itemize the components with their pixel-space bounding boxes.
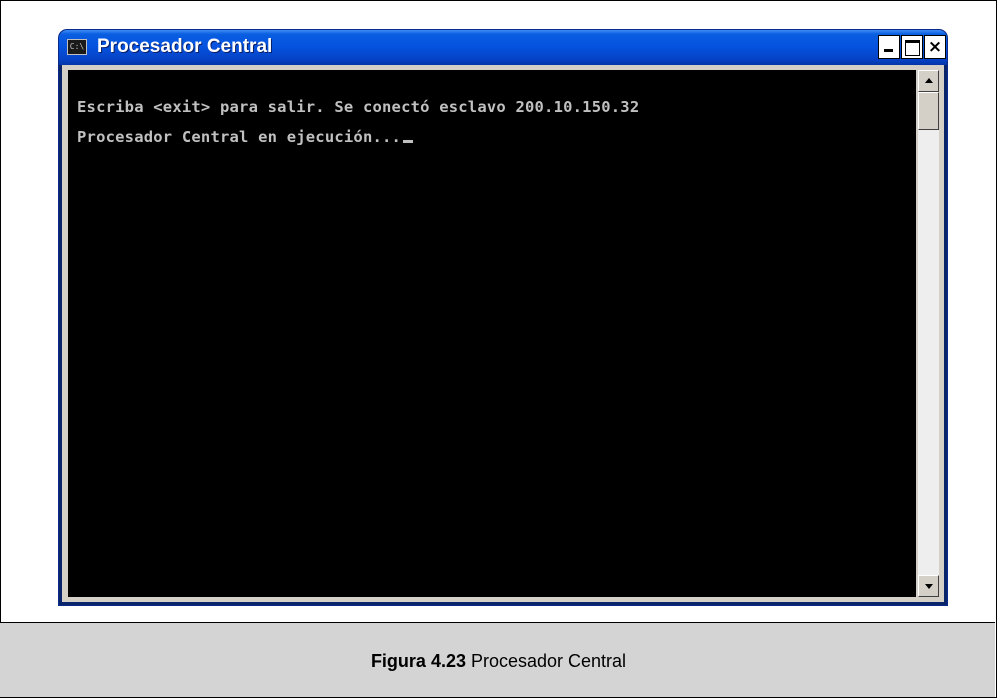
close-icon: × [927,37,943,57]
cmd-console-icon[interactable]: C:\ [67,39,87,55]
title-bar[interactable]: C:\ Procesador Central × [59,30,947,65]
arrow-up-icon [925,78,933,83]
window-body: Escriba <exit> para salir. Se conectó es… [62,65,944,602]
arrow-down-icon [925,584,933,589]
console-line: Procesador Central en ejecución... [77,128,402,146]
figure-caption: Figura 4.23 Procesador Central [0,651,997,672]
scroll-up-button[interactable] [918,70,939,92]
figure-title: Procesador Central [465,651,627,671]
figure-number: Figura 4.23 [370,651,466,671]
console-window: C:\ Procesador Central × Escriba <exit> … [59,30,947,605]
scroll-down-button[interactable] [918,575,939,597]
scroll-thumb[interactable] [918,92,939,130]
close-button[interactable]: × [924,35,946,59]
text-cursor [403,140,414,143]
console-line: Escriba <exit> para salir. Se conectó es… [77,98,640,116]
vertical-scrollbar[interactable] [917,70,939,597]
window-title: Procesador Central [97,36,273,57]
console-output-area[interactable]: Escriba <exit> para salir. Se conectó es… [68,70,916,597]
maximize-button[interactable] [901,35,923,59]
console-line-with-cursor: Procesador Central en ejecución... [77,128,414,146]
minimize-button[interactable] [878,35,900,59]
